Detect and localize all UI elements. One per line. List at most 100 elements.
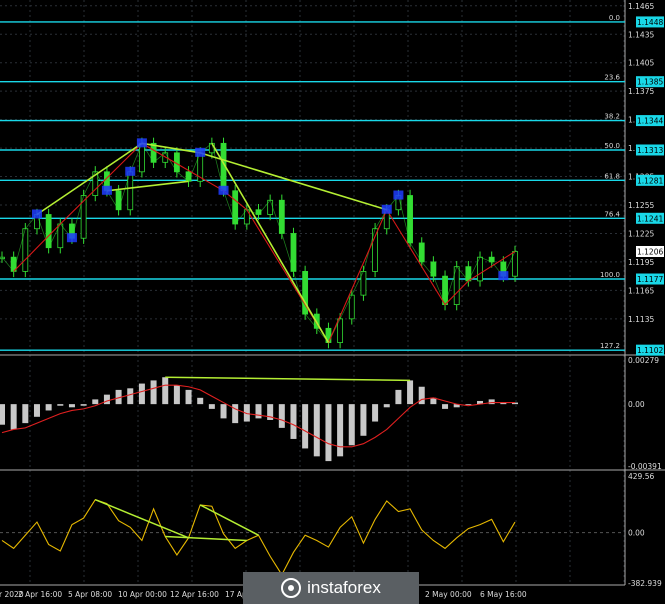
fib-level-ratio: 38.2	[604, 113, 620, 121]
macd-tick-label: 0.00	[628, 400, 645, 409]
instaforex-watermark: instaforex	[243, 572, 419, 604]
fib-level-ratio: 61.8	[604, 172, 620, 180]
price-tick-label: 1.1375	[628, 87, 654, 96]
price-tick-label: 1.1465	[628, 2, 654, 11]
macd-bar	[185, 389, 192, 405]
fib-value-label: 1.1344	[637, 117, 663, 126]
cci-line	[1, 498, 516, 576]
time-tick-label: 5 Apr 08:00	[68, 590, 112, 599]
macd-tick-label: -0.00391	[628, 462, 662, 471]
price-close-line	[1, 142, 516, 344]
trend-line	[106, 180, 189, 192]
fib-value-label: 1.1241	[637, 214, 663, 223]
cci-axis-labels: 429.56 0.00 -382.939	[628, 472, 662, 588]
trend-line	[36, 142, 143, 216]
cci-tick-label: 429.56	[628, 472, 654, 481]
macd-bar	[220, 404, 227, 419]
trend-lines[interactable]	[36, 142, 387, 343]
fib-value-label: 1.1281	[637, 176, 663, 185]
macd-tick-label: 0.00279	[628, 356, 659, 365]
fib-value-label: 1.1313	[637, 146, 663, 155]
macd-bar	[337, 404, 344, 457]
macd-axis-labels: 0.00279 0.00 -0.00391	[628, 356, 662, 471]
macd-bar	[383, 404, 390, 408]
fib-level-ratio: 76.4	[604, 210, 620, 218]
time-tick-label: 2 May 00:00	[425, 590, 472, 599]
macd-bar	[442, 404, 449, 409]
level-marker	[136, 138, 147, 148]
macd-bar	[33, 404, 40, 417]
fib-level-ratio: 0.0	[609, 14, 620, 22]
level-marker	[218, 185, 229, 195]
macd-bar	[395, 389, 402, 405]
level-marker	[31, 209, 42, 219]
trend-line	[199, 152, 387, 211]
level-marker	[125, 166, 136, 176]
macd-divergence-line	[165, 376, 411, 382]
macd-bar	[290, 404, 297, 439]
level-marker	[195, 147, 206, 157]
price-tick-label: 1.1255	[628, 201, 654, 210]
price-tick-label: 1.1435	[628, 30, 654, 39]
price-tick-label: 1.1195	[628, 258, 654, 267]
fib-value-label: 1.1448	[637, 18, 663, 27]
macd-bar	[68, 404, 75, 408]
macd-bar	[92, 399, 99, 405]
current-price-label: 1.1206	[637, 247, 663, 256]
trend-line	[211, 142, 330, 343]
cci-tick-label: -382.939	[628, 579, 662, 588]
fib-level-ratio: 100.0	[600, 271, 620, 279]
macd-bar	[372, 404, 379, 422]
macd-bar	[103, 394, 110, 405]
macd-bar	[418, 386, 425, 405]
price-tick-label: 1.1405	[628, 59, 654, 68]
fib-level-ratio: 50.0	[604, 142, 620, 150]
price-tick-label: 1.1225	[628, 229, 654, 238]
macd-bar	[255, 404, 262, 419]
macd-divergence	[165, 376, 411, 382]
macd-bar	[150, 380, 157, 405]
macd-bar	[232, 404, 239, 424]
watermark-text: instaforex	[307, 578, 381, 597]
macd-bar	[45, 404, 52, 411]
current-price-badge: 1.1206	[636, 245, 664, 257]
price-tick-label: 1.1165	[628, 286, 654, 295]
trading-chart: 1.14651.14351.14051.13751.13451.13151.12…	[0, 0, 665, 599]
macd-bar	[127, 388, 134, 405]
macd-bar	[22, 404, 29, 424]
level-marker	[393, 190, 404, 200]
cci-path	[1, 498, 516, 576]
cci-trend-lines	[94, 498, 259, 542]
macd-bar	[10, 404, 17, 430]
macd-bar	[80, 404, 87, 406]
chart-grid	[0, 0, 625, 585]
cci-trend-line	[199, 504, 259, 536]
cci-trend-line	[165, 535, 247, 542]
macd-bar	[138, 383, 145, 405]
instaforex-logo-icon	[281, 578, 302, 598]
macd-bar	[348, 404, 355, 446]
time-tick-label: 2 Apr 16:00	[18, 590, 62, 599]
level-marker	[101, 185, 112, 195]
macd-bar	[360, 404, 367, 436]
level-marker	[381, 204, 392, 214]
macd-bar	[465, 404, 472, 405]
time-tick-label: 6 May 16:00	[480, 590, 527, 599]
macd-bar	[325, 404, 332, 462]
macd-bar	[197, 397, 204, 405]
macd-bar	[208, 404, 215, 409]
macd-bar	[0, 404, 5, 425]
fib-value-label: 1.1177	[637, 275, 663, 284]
macd-bar	[407, 380, 414, 405]
macd-bar	[302, 404, 309, 449]
price-tick-label: 1.1135	[628, 315, 654, 324]
fib-value-label: 1.1102	[637, 346, 663, 355]
price-candles[interactable]	[0, 137, 518, 349]
fib-level-ratio: 23.6	[604, 74, 620, 82]
macd-histogram	[0, 377, 518, 462]
level-marker	[498, 271, 509, 281]
cci-tick-label: 0.00	[628, 529, 645, 538]
time-tick-label: 10 Apr 00:00	[118, 590, 167, 599]
macd-bar	[162, 377, 169, 405]
fib-value-label: 1.1385	[637, 78, 663, 87]
